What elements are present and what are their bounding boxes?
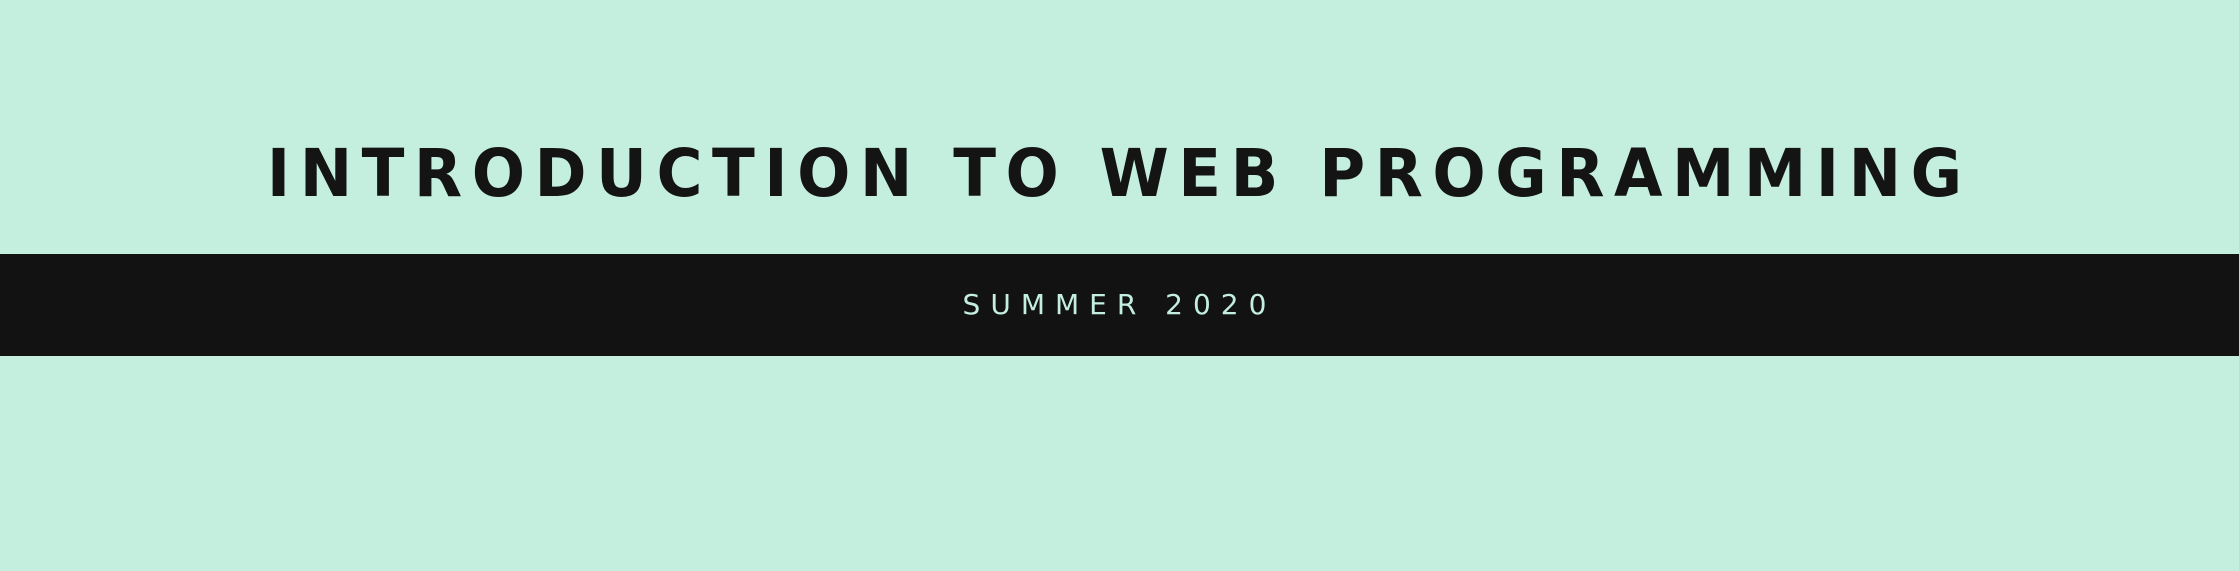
page-subtitle: SUMMER 2020 bbox=[962, 288, 1277, 321]
subtitle-band: SUMMER 2020 bbox=[0, 254, 2239, 356]
banner-page: INTRODUCTION TO WEB PROGRAMMING SUMMER 2… bbox=[0, 0, 2239, 571]
title-container: INTRODUCTION TO WEB PROGRAMMING bbox=[0, 124, 2239, 224]
page-title: INTRODUCTION TO WEB PROGRAMMING bbox=[267, 135, 1972, 212]
